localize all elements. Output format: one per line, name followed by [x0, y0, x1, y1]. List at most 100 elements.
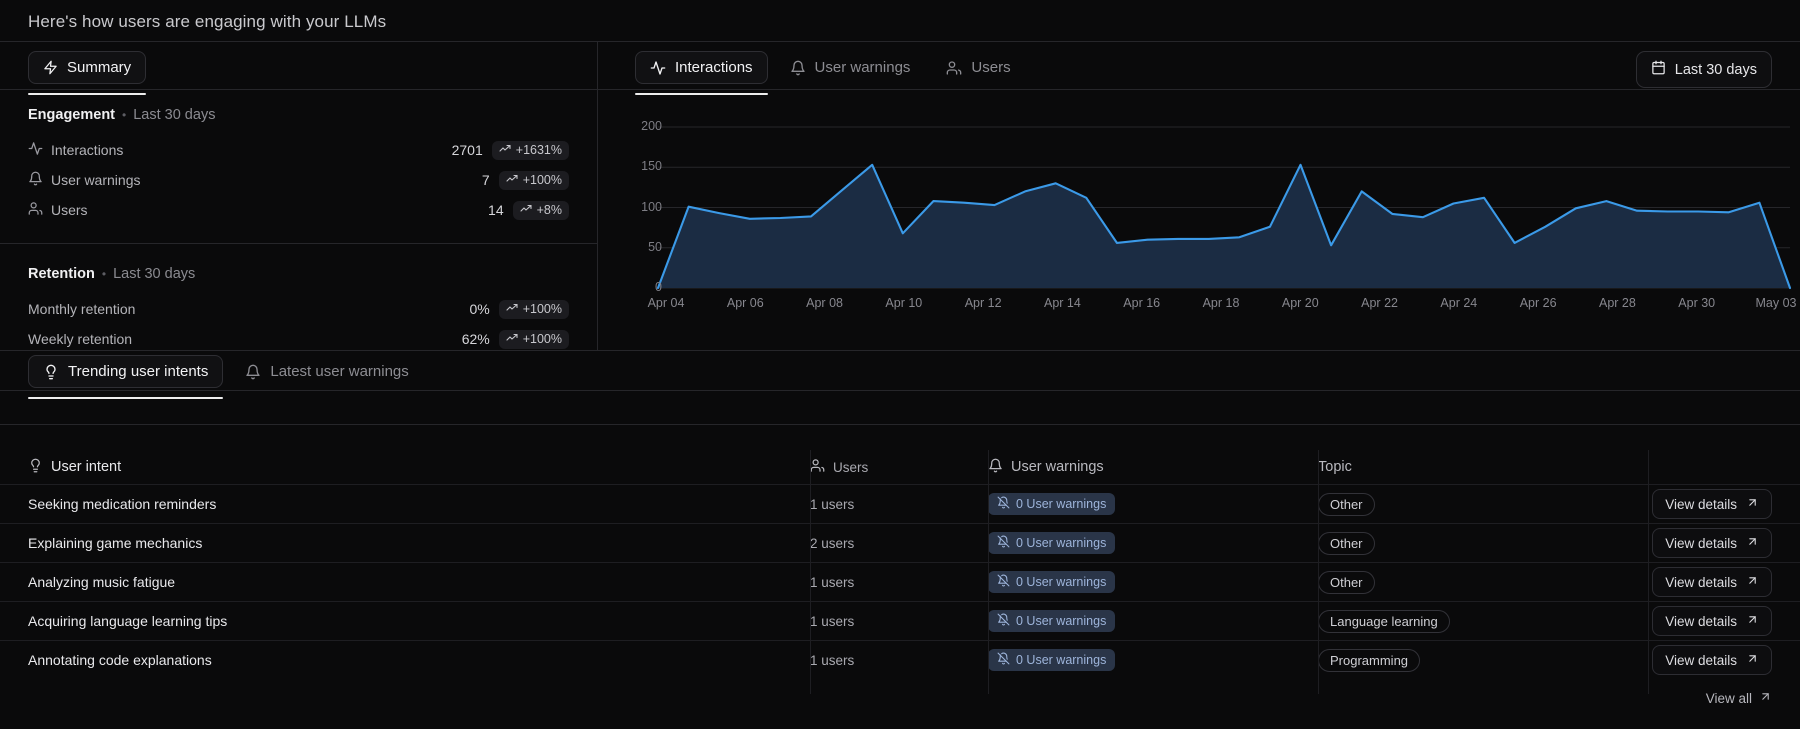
table-row[interactable]: Annotating code explanations1 users0 Use… — [0, 640, 1800, 679]
trend-up-icon — [506, 302, 518, 317]
tab-users-label: Users — [971, 59, 1010, 76]
chart-x-tick-label: Apr 28 — [1599, 296, 1636, 310]
user-warnings-badge: 0 User warnings — [988, 532, 1115, 554]
view-details-button[interactable]: View details — [1652, 606, 1772, 636]
column-header-label: Topic — [1318, 459, 1352, 475]
tab-active-underline — [28, 397, 223, 399]
tab-users[interactable]: Users — [932, 52, 1024, 83]
view-details-button[interactable]: View details — [1652, 528, 1772, 558]
table-row[interactable]: Seeking medication reminders1 users0 Use… — [0, 484, 1800, 523]
stat-row-monthly-retention[interactable]: Monthly retention 0% +100% — [28, 298, 569, 320]
bell-off-icon — [997, 574, 1010, 590]
bell-icon — [245, 364, 261, 380]
cell-users: 1 users — [810, 497, 988, 512]
arrow-up-right-icon — [1746, 496, 1759, 512]
table-column-divider — [1318, 450, 1319, 694]
calendar-icon — [1651, 60, 1666, 79]
cell-actions: View details — [1648, 528, 1800, 558]
delta-value: +8% — [537, 203, 562, 217]
topic-badge: Other — [1318, 532, 1375, 555]
tab-latest-user-warnings[interactable]: Latest user warnings — [231, 356, 422, 387]
cell-user-warnings: 0 User warnings — [988, 493, 1318, 515]
retention-subtitle: Last 30 days — [113, 266, 195, 282]
table-header-row: User intent Users User warnings Topic — [0, 450, 1800, 484]
view-details-label: View details — [1665, 497, 1737, 512]
intent-tabs-divider — [0, 390, 1800, 391]
activity-icon — [650, 60, 666, 76]
cell-user-intent: Annotating code explanations — [0, 652, 810, 668]
stat-label: Monthly retention — [28, 301, 135, 317]
bell-icon — [28, 171, 43, 189]
tab-user-warnings[interactable]: User warnings — [776, 52, 925, 83]
chart-bottom-divider — [0, 350, 1800, 351]
trend-up-icon — [520, 203, 532, 218]
user-warnings-badge-label: 0 User warnings — [1016, 536, 1106, 550]
cell-user-intent: Acquiring language learning tips — [0, 613, 810, 629]
bell-off-icon — [997, 535, 1010, 551]
date-range-button[interactable]: Last 30 days — [1636, 51, 1772, 88]
tab-summary[interactable]: Summary — [28, 51, 146, 84]
view-all-button[interactable]: View all — [1706, 690, 1772, 706]
activity-icon — [28, 141, 43, 159]
cell-user-warnings: 0 User warnings — [988, 571, 1318, 593]
chart-x-tick-label: Apr 22 — [1361, 296, 1398, 310]
view-details-button[interactable]: View details — [1652, 567, 1772, 597]
separator-dot: • — [102, 267, 106, 281]
arrow-up-right-icon — [1759, 690, 1772, 706]
stat-row-user-warnings[interactable]: User warnings 7 +100% — [28, 169, 569, 191]
table-row[interactable]: Acquiring language learning tips1 users0… — [0, 601, 1800, 640]
user-warnings-badge: 0 User warnings — [988, 610, 1115, 632]
chart-y-tick-label: 50 — [622, 240, 662, 254]
cell-actions: View details — [1648, 606, 1800, 636]
delta-value: +100% — [523, 302, 562, 316]
delta-badge: +100% — [499, 330, 569, 349]
cell-topic: Other — [1318, 493, 1648, 516]
bell-icon — [988, 458, 1003, 477]
topic-badge: Programming — [1318, 649, 1420, 672]
column-header-users: Users — [810, 458, 988, 476]
stat-row-interactions[interactable]: Interactions 2701 +1631% — [28, 139, 569, 161]
view-details-label: View details — [1665, 575, 1737, 590]
chart-x-tick-label: Apr 16 — [1123, 296, 1160, 310]
chart-x-tick-label: Apr 24 — [1440, 296, 1477, 310]
table-row[interactable]: Explaining game mechanics2 users0 User w… — [0, 523, 1800, 562]
delta-badge: +100% — [499, 171, 569, 190]
table-head-divider — [0, 424, 1800, 425]
arrow-up-right-icon — [1746, 652, 1759, 668]
bell-off-icon — [997, 652, 1010, 668]
column-header-user-warnings: User warnings — [988, 458, 1318, 477]
summary-sidebar: Engagement • Last 30 days Interactions 2… — [0, 89, 597, 350]
chart-y-tick-label: 150 — [622, 159, 662, 173]
engagement-section-header: Engagement • Last 30 days — [0, 107, 597, 123]
users-icon — [810, 458, 825, 476]
chart-x-tick-label: Apr 14 — [1044, 296, 1081, 310]
user-warnings-badge: 0 User warnings — [988, 493, 1115, 515]
stat-label: User warnings — [51, 172, 140, 188]
tab-trending-user-intents[interactable]: Trending user intents — [28, 355, 223, 388]
cell-user-warnings: 0 User warnings — [988, 649, 1318, 671]
stat-row-users[interactable]: Users 14 +8% — [28, 199, 569, 221]
user-warnings-badge: 0 User warnings — [988, 571, 1115, 593]
retention-title: Retention — [28, 266, 95, 282]
tab-summary-label: Summary — [67, 59, 131, 76]
view-details-button[interactable]: View details — [1652, 489, 1772, 519]
column-header-label: User intent — [51, 459, 121, 475]
cell-actions: View details — [1648, 567, 1800, 597]
chart-x-tick-label: Apr 26 — [1520, 296, 1557, 310]
table-column-divider — [988, 450, 989, 694]
stat-row-weekly-retention[interactable]: Weekly retention 62% +100% — [28, 328, 569, 350]
users-icon — [946, 60, 962, 76]
tab-interactions[interactable]: Interactions — [635, 51, 768, 84]
chart-x-tick-label: May 03 — [1756, 296, 1797, 310]
bell-icon — [790, 60, 806, 76]
cell-actions: View details — [1648, 489, 1800, 519]
tab-interactions-label: Interactions — [675, 59, 753, 76]
retention-section-header: Retention • Last 30 days — [0, 266, 597, 282]
tab-latest-user-warnings-label: Latest user warnings — [270, 363, 408, 380]
stat-label: Interactions — [51, 142, 123, 158]
engagement-title: Engagement — [28, 107, 115, 123]
topic-badge: Other — [1318, 571, 1375, 594]
view-details-button[interactable]: View details — [1652, 645, 1772, 675]
table-row[interactable]: Analyzing music fatigue1 users0 User war… — [0, 562, 1800, 601]
table-column-divider — [1648, 450, 1649, 694]
